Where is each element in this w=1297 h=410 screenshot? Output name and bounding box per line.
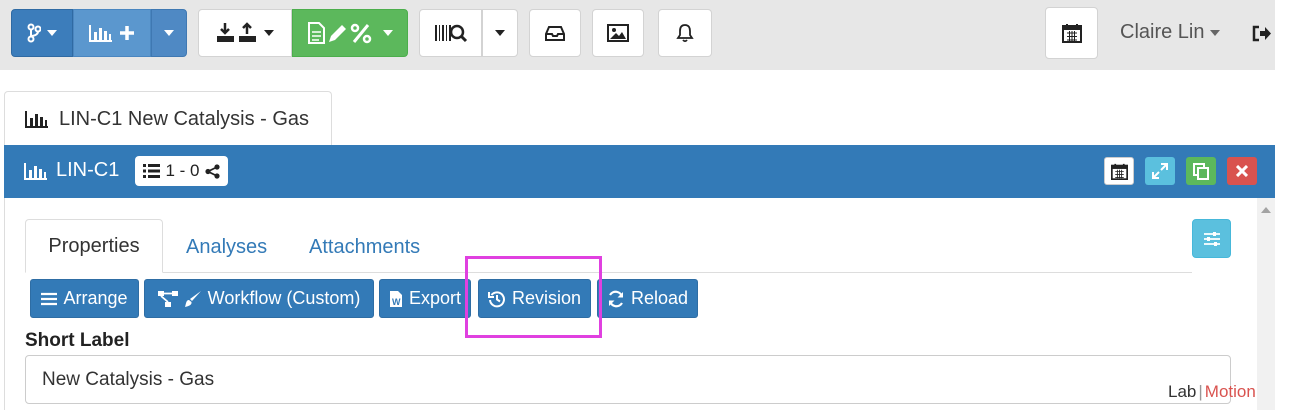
bell-icon	[676, 23, 694, 43]
arrange-button[interactable]: Arrange	[30, 279, 139, 318]
workflow-label: Workflow (Custom)	[207, 288, 361, 308]
calendar-button[interactable]	[1045, 7, 1098, 59]
short-label-input[interactable]: New Catalysis - Gas	[25, 355, 1231, 404]
chart-bar-icon	[89, 24, 113, 42]
chart-bar-icon	[24, 162, 48, 180]
panel-title: LIN-C1	[24, 159, 119, 182]
barcode-dropdown-button[interactable]	[482, 9, 518, 57]
image-icon	[607, 24, 629, 42]
bars-icon	[41, 292, 58, 306]
sign-out-icon[interactable]	[1252, 25, 1272, 42]
scroll-up-arrow-icon[interactable]	[1261, 207, 1271, 213]
short-label-value: New Catalysis - Gas	[42, 368, 215, 390]
chevron-down-icon	[264, 30, 274, 36]
layout-settings-button[interactable]	[1192, 219, 1231, 258]
arrange-label: Arrange	[63, 288, 128, 308]
image-button[interactable]	[592, 9, 644, 57]
file-pen-percent-icon	[307, 22, 377, 44]
import-export-icon	[216, 22, 258, 44]
notifications-button[interactable]	[658, 9, 712, 57]
list-icon	[143, 164, 161, 178]
reload-label: Reload	[630, 288, 689, 308]
logo-separator: |	[1198, 382, 1203, 401]
chart-bar-icon	[25, 110, 49, 128]
revision-highlight-box	[465, 256, 602, 338]
file-word-icon: W	[389, 290, 403, 308]
export-button[interactable]: W Export	[379, 279, 471, 318]
inbox-icon	[545, 25, 565, 41]
code-branch-icon	[27, 23, 41, 43]
sliders-icon	[1203, 231, 1221, 247]
user-menu[interactable]: Claire Lin	[1120, 21, 1221, 44]
labmotion-logo: Lab | Motion	[1168, 382, 1256, 402]
reload-button[interactable]: Reload	[597, 279, 698, 318]
expand-icon	[1152, 163, 1168, 179]
close-icon	[1236, 165, 1248, 177]
chevron-down-icon	[1210, 29, 1221, 36]
scrollbar[interactable]	[1257, 198, 1275, 410]
workflow-button[interactable]: Workflow (Custom)	[144, 279, 374, 318]
close-button[interactable]	[1227, 157, 1257, 185]
plus-icon	[119, 25, 135, 41]
panel-title-text: LIN-C1	[56, 159, 120, 181]
report-tools-button[interactable]	[292, 9, 408, 57]
calendar-icon	[1061, 23, 1082, 43]
copy-button[interactable]	[1186, 157, 1216, 185]
export-label: Export	[408, 288, 462, 308]
chevron-down-icon	[164, 30, 174, 36]
panel-header: LIN-C1 1 - 0	[4, 145, 1275, 198]
paint-brush-icon	[184, 290, 202, 308]
barcode-search-button[interactable]	[419, 9, 482, 57]
logo-motion: Motion	[1204, 382, 1256, 401]
top-navbar: Claire Lin	[0, 0, 1275, 70]
import-export-button[interactable]	[198, 9, 292, 57]
tab-analyses[interactable]: Analyses	[186, 236, 267, 259]
branch-dropdown-button[interactable]	[11, 9, 73, 57]
expand-button[interactable]	[1145, 157, 1175, 185]
inbox-button[interactable]	[529, 9, 581, 57]
element-tab[interactable]: LIN-C1 New Catalysis - Gas	[4, 91, 332, 146]
user-name: Claire Lin	[1120, 21, 1205, 43]
short-label-label: Short Label	[25, 330, 130, 351]
calendar-icon	[1110, 163, 1128, 180]
chevron-down-icon	[495, 30, 505, 36]
element-count-badge[interactable]: 1 - 0	[135, 156, 228, 186]
tabs-divider	[25, 272, 1192, 273]
element-tab-title: LIN-C1 New Catalysis - Gas	[59, 107, 310, 130]
chevron-down-icon	[383, 30, 393, 36]
chevron-down-icon	[47, 30, 57, 36]
refresh-icon	[607, 290, 625, 308]
tab-properties[interactable]: Properties	[25, 219, 163, 273]
tab-attachments[interactable]: Attachments	[309, 236, 420, 259]
copy-icon	[1193, 162, 1209, 180]
barcode-search-icon	[434, 23, 468, 43]
workflow-icon	[157, 290, 178, 307]
new-element-dropdown-button[interactable]	[151, 9, 187, 57]
share-icon	[204, 163, 220, 179]
logo-lab: Lab	[1168, 382, 1197, 401]
svg-text:W: W	[392, 297, 401, 307]
badge-count: 1 - 0	[165, 161, 200, 180]
calendar-button[interactable]	[1104, 157, 1134, 185]
new-element-button[interactable]	[73, 9, 151, 57]
